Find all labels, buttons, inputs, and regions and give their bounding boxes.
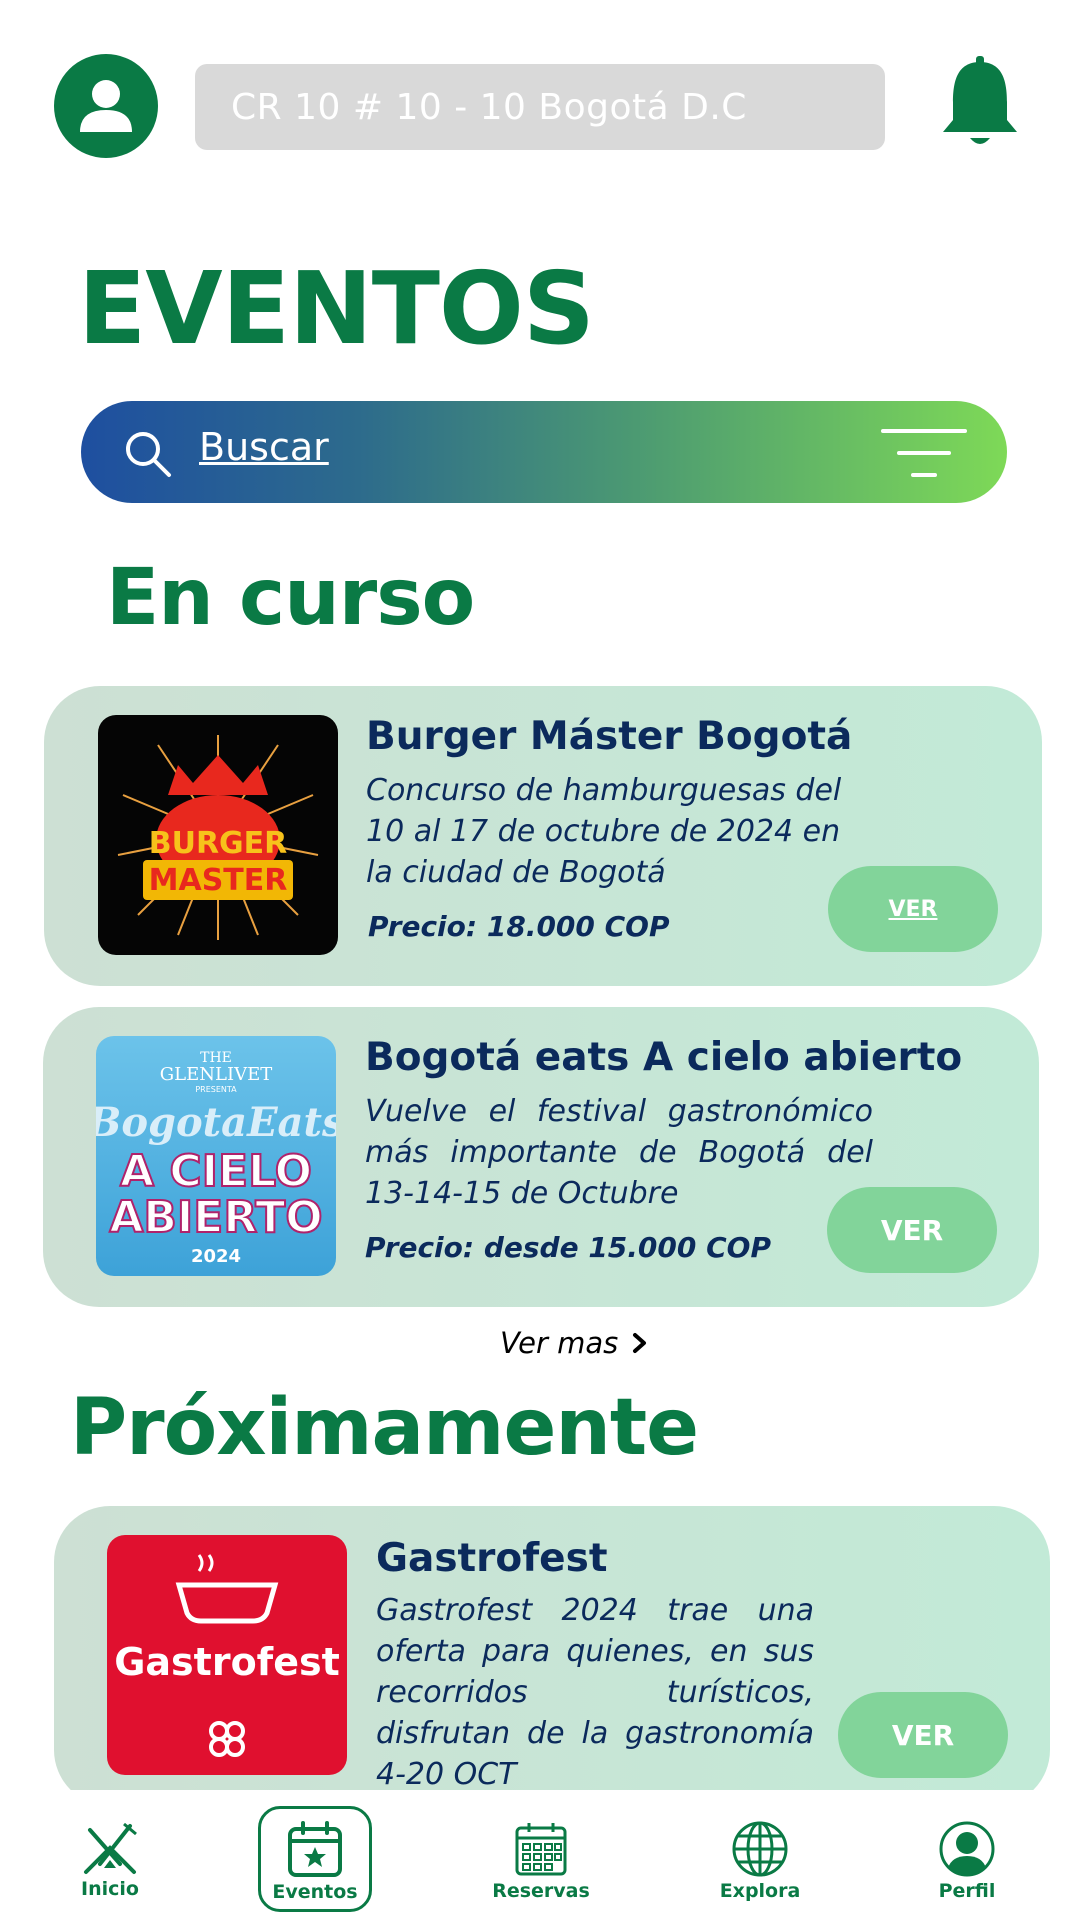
event-price: Precio: 18.000 COP bbox=[368, 910, 670, 943]
bogota-logo-text-7: 2024 bbox=[191, 1246, 241, 1267]
nav-label: Eventos bbox=[272, 1881, 358, 1903]
bottom-nav: Inicio Eventos Reservas Explora Perfil bbox=[0, 1790, 1080, 1920]
globe-icon bbox=[732, 1821, 788, 1877]
event-description: Gastrofest 2024 trae una oferta para qui… bbox=[376, 1593, 814, 1792]
nav-label: Reservas bbox=[492, 1880, 590, 1902]
ver-button-label: VER bbox=[888, 896, 938, 922]
nav-item-eventos[interactable]: Eventos bbox=[258, 1806, 372, 1912]
event-card: BURGER MASTER Burger Máster Bogotá Concu… bbox=[44, 686, 1042, 986]
calendar-star-icon bbox=[288, 1821, 342, 1877]
nav-item-inicio[interactable]: Inicio bbox=[50, 1790, 170, 1920]
home-dining-icon bbox=[84, 1822, 137, 1874]
event-description: Vuelve el festival gastronómico más impo… bbox=[365, 1094, 873, 1211]
event-title: Burger Máster Bogotá bbox=[366, 714, 853, 759]
user-avatar-icon bbox=[80, 80, 132, 132]
search-icon bbox=[126, 432, 171, 477]
page-title: EVENTOS bbox=[78, 250, 595, 367]
burger-logo-text-1: BURGER bbox=[149, 826, 288, 861]
search-input[interactable]: Buscar bbox=[199, 425, 329, 469]
calendar-grid-icon bbox=[515, 1823, 567, 1876]
filter-icon[interactable] bbox=[881, 427, 967, 479]
burger-logo-text-2: MASTER bbox=[149, 863, 288, 898]
bogota-logo-text-4: BogotaEats bbox=[96, 1099, 336, 1146]
bogota-logo-text-6: ABIERTO bbox=[109, 1192, 322, 1243]
event-card: Gastrofest Gastrofest Gastrofest 2024 tr… bbox=[54, 1506, 1050, 1806]
nav-label: Inicio bbox=[81, 1878, 139, 1900]
address-text: CR 10 # 10 - 10 Bogotá D.C bbox=[231, 86, 747, 128]
see-more-label: Ver mas bbox=[500, 1326, 619, 1360]
event-card: THE GLENLIVET PRESENTA BogotaEats A CIEL… bbox=[43, 1007, 1039, 1307]
search-bar[interactable]: Buscar bbox=[81, 401, 1007, 503]
ver-button[interactable]: VER bbox=[838, 1692, 1008, 1778]
address-field[interactable]: CR 10 # 10 - 10 Bogotá D.C bbox=[195, 64, 885, 150]
profile-icon bbox=[939, 1821, 995, 1877]
see-more-link[interactable]: Ver mas bbox=[500, 1326, 648, 1360]
bell-icon[interactable] bbox=[935, 52, 1025, 152]
ver-button-label: VER bbox=[880, 1213, 944, 1247]
event-price: Precio: desde 15.000 COP bbox=[365, 1231, 771, 1264]
ver-button-label: VER bbox=[891, 1718, 955, 1752]
chevron-right-icon bbox=[633, 1333, 647, 1353]
bogota-logo-text-3: PRESENTA bbox=[195, 1085, 237, 1094]
section-title-current: En curso bbox=[106, 553, 475, 643]
nav-label: Explora bbox=[719, 1880, 801, 1902]
burger-master-image: BURGER MASTER bbox=[98, 715, 338, 955]
gastrofest-image: Gastrofest bbox=[107, 1535, 347, 1775]
nav-item-explora[interactable]: Explora bbox=[700, 1790, 820, 1920]
gastrofest-logo-text: Gastrofest bbox=[114, 1640, 340, 1684]
event-title: Bogotá eats A cielo abierto bbox=[365, 1035, 963, 1080]
bogota-eats-image: THE GLENLIVET PRESENTA BogotaEats A CIEL… bbox=[96, 1036, 336, 1276]
nav-item-reservas[interactable]: Reservas bbox=[481, 1790, 601, 1920]
ver-button[interactable]: VER bbox=[828, 866, 998, 952]
nav-label: Perfil bbox=[938, 1880, 996, 1902]
section-title-upcoming: Próximamente bbox=[70, 1383, 699, 1473]
nav-item-perfil[interactable]: Perfil bbox=[907, 1790, 1027, 1920]
bogota-logo-text-5: A CIELO bbox=[120, 1146, 312, 1197]
event-title: Gastrofest bbox=[376, 1536, 608, 1581]
user-avatar-button[interactable] bbox=[54, 54, 158, 158]
bogota-logo-text-2: GLENLIVET bbox=[160, 1064, 272, 1085]
ver-button[interactable]: VER bbox=[827, 1187, 997, 1273]
event-description: Concurso de hamburguesas del 10 al 17 de… bbox=[366, 773, 842, 890]
